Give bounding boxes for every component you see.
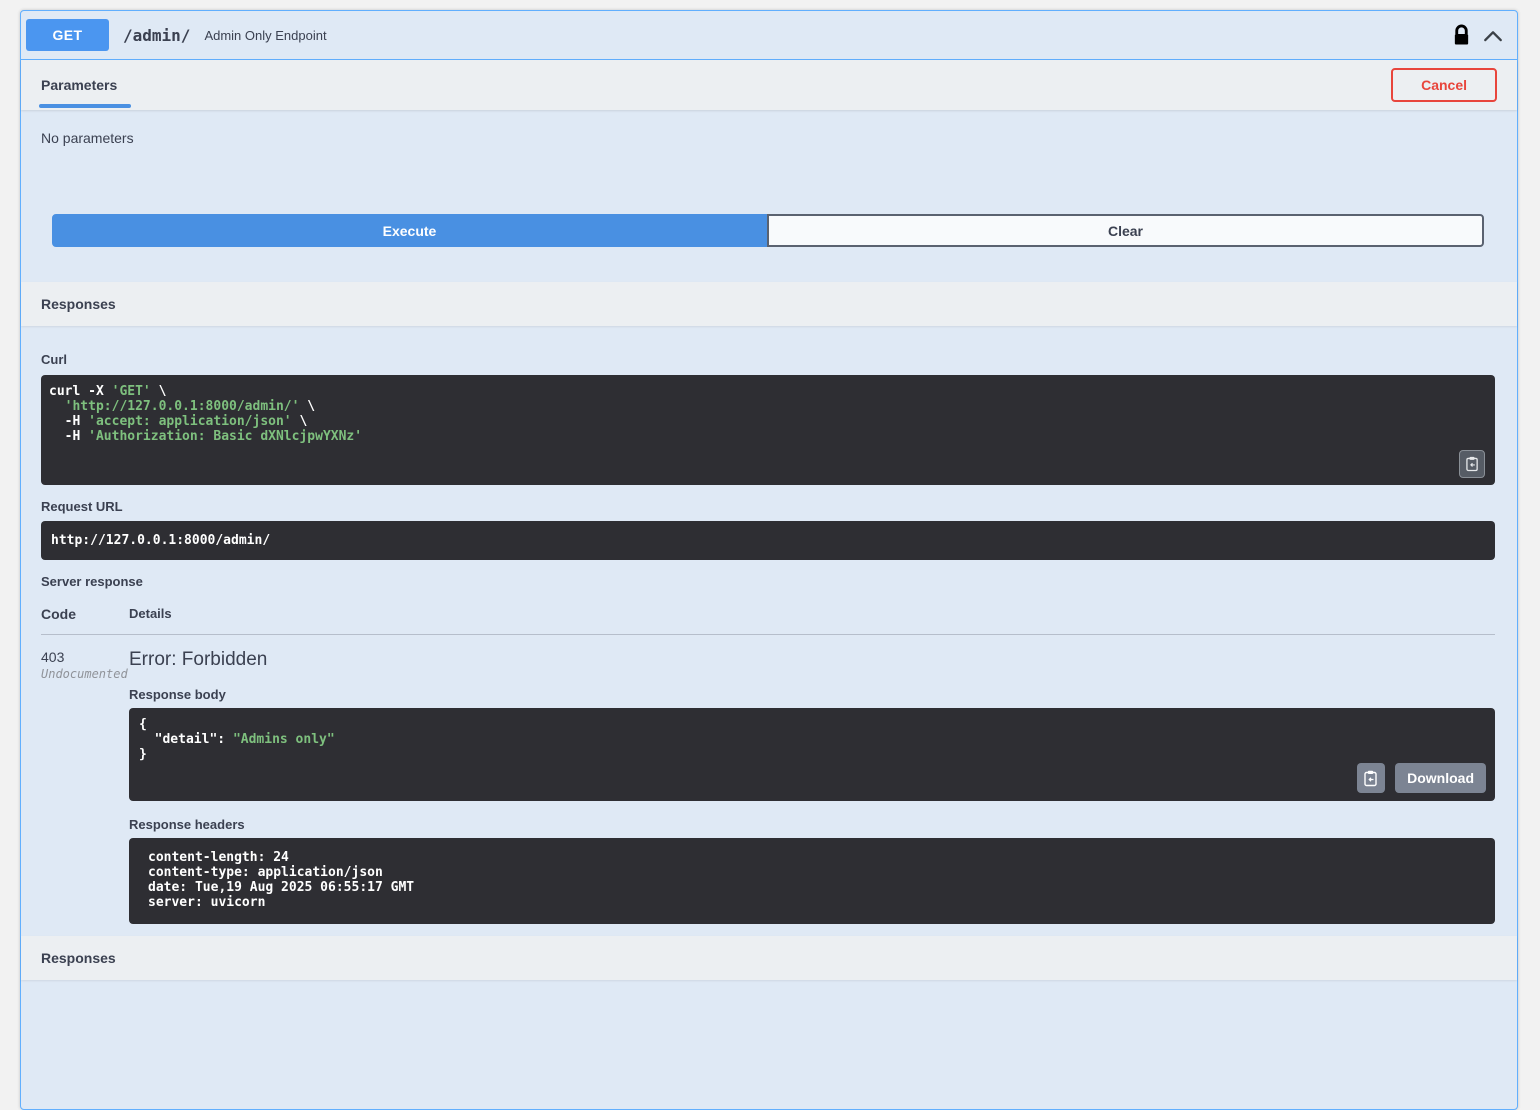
operation-block-get-admin: GET /admin/ Admin Only Endpoint Paramete… xyxy=(20,10,1518,1110)
json-detail-line: "detail": "Admins only" xyxy=(139,732,335,747)
curl-method-string: 'GET' xyxy=(111,384,151,399)
curl-label: Curl xyxy=(41,352,67,367)
endpoint-summary: Admin Only Endpoint xyxy=(204,27,327,43)
download-button[interactable]: Download xyxy=(1395,763,1486,793)
curl-line1: curl -X 'GET' \ xyxy=(49,384,166,399)
curl-continuation: \ xyxy=(299,399,316,414)
curl-url-string: 'http://127.0.0.1:8000/admin/' xyxy=(64,399,300,414)
curl-line3: -H 'accept: application/json' \ xyxy=(49,414,308,429)
parameters-section-header: Parameters Cancel xyxy=(21,60,1517,110)
json-open-brace: { xyxy=(139,717,147,732)
clear-button[interactable]: Clear xyxy=(767,214,1484,247)
json-separator: : xyxy=(217,732,233,747)
curl-accept-string: 'accept: application/json' xyxy=(88,414,292,429)
curl-line4: -H 'Authorization: Basic dXNlcjpwYXNz' xyxy=(49,429,362,444)
cancel-button[interactable]: Cancel xyxy=(1391,68,1497,102)
response-body-block: { "detail": "Admins only" } Download xyxy=(129,708,1495,801)
request-url-label: Request URL xyxy=(41,499,123,514)
server-response-row: 403 Undocumented Error: Forbidden Respon… xyxy=(41,635,1495,924)
response-details-cell: Error: Forbidden Response body { "detail… xyxy=(129,649,1495,924)
execute-button[interactable]: Execute xyxy=(52,214,767,247)
request-url-value: http://127.0.0.1:8000/admin/ xyxy=(41,521,1495,560)
copy-curl-button[interactable] xyxy=(1459,450,1485,478)
endpoint-path: /admin/ xyxy=(123,25,191,45)
server-response-table-head: Code Details xyxy=(41,606,1495,622)
json-key: "detail" xyxy=(154,732,218,747)
curl-header-flag: -H xyxy=(49,414,89,429)
clipboard-copy-icon xyxy=(1364,770,1377,786)
documented-responses-header: Responses xyxy=(21,936,1517,980)
response-body-label: Response body xyxy=(129,687,226,702)
curl-continuation: \ xyxy=(291,414,308,429)
lock-icon[interactable] xyxy=(1452,24,1471,46)
curl-code-block: curl -X 'GET' \ 'http://127.0.0.1:8000/a… xyxy=(41,375,1495,485)
details-column-header: Details xyxy=(129,606,172,621)
curl-header-flag: -H xyxy=(49,429,89,444)
copy-response-button[interactable] xyxy=(1357,763,1386,793)
curl-line2: 'http://127.0.0.1:8000/admin/' \ xyxy=(49,399,315,414)
curl-auth-string: 'Authorization: Basic dXNlcjpwYXNz' xyxy=(88,429,363,444)
responses-header-label: Responses xyxy=(41,296,116,312)
json-value: "Admins only" xyxy=(232,732,335,747)
header-line-server: server: uvicorn xyxy=(148,895,266,910)
code-column-header: Code xyxy=(41,606,76,622)
chevron-up-glyph xyxy=(1484,30,1502,41)
curl-continuation: \ xyxy=(150,384,167,399)
json-close-brace: } xyxy=(139,747,147,762)
execute-row: Execute Clear xyxy=(21,166,1517,267)
operation-summary[interactable]: GET /admin/ Admin Only Endpoint xyxy=(21,11,1517,60)
curl-indent xyxy=(49,399,65,414)
status-code: 403 xyxy=(41,649,65,665)
tab-parameters[interactable]: Parameters xyxy=(38,77,132,108)
response-headers-label: Response headers xyxy=(129,817,245,832)
header-line-content-type: content-type: application/json xyxy=(148,865,383,880)
curl-cmd: curl -X xyxy=(49,384,112,399)
clipboard-copy-icon xyxy=(1465,456,1478,472)
header-line-date: date: Tue,19 Aug 2025 06:55:17 GMT xyxy=(148,880,415,895)
response-headers-block: content-length: 24 content-type: applica… xyxy=(129,838,1495,924)
header-line-content-length: content-length: 24 xyxy=(148,850,289,865)
summary-icons xyxy=(1452,24,1503,46)
chevron-up-icon[interactable] xyxy=(1483,29,1503,42)
undocumented-note: Undocumented xyxy=(41,667,128,681)
response-body-actions: Download xyxy=(1357,763,1486,793)
method-badge: GET xyxy=(26,19,109,51)
server-response-label: Server response xyxy=(41,574,143,589)
response-description: Error: Forbidden xyxy=(129,649,268,670)
responses-section-header: Responses xyxy=(21,282,1517,326)
responses-body: Curl curl -X 'GET' \ 'http://127.0.0.1:8… xyxy=(21,352,1517,930)
responses-footer-label: Responses xyxy=(41,950,116,966)
response-code-cell: 403 Undocumented xyxy=(41,649,129,924)
no-parameters-text: No parameters xyxy=(41,130,134,146)
lock-icon-glyph xyxy=(1454,24,1469,45)
